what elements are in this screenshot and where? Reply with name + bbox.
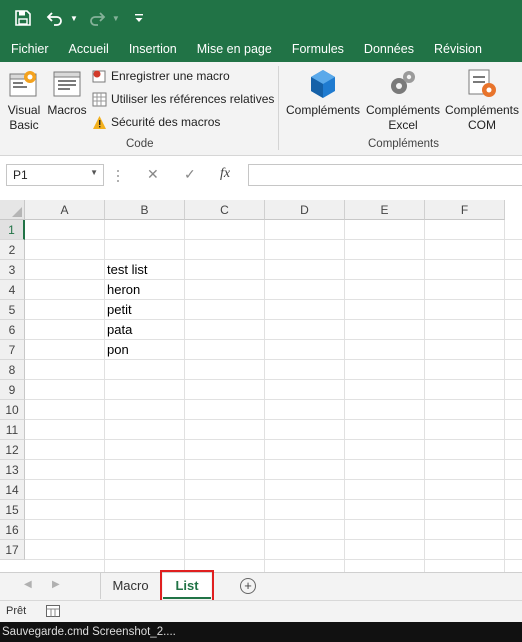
column-header-a[interactable]: A <box>25 200 105 220</box>
save-icon[interactable] <box>10 5 36 31</box>
status-ready: Prêt <box>6 605 27 617</box>
addins-label: Compléments <box>285 103 361 117</box>
sheet-tab-bar: ◀ ▶ Macro List + <box>0 570 522 602</box>
excel-addins-button[interactable]: Compléments Excel <box>364 68 442 133</box>
row-header[interactable]: 4 <box>0 280 25 300</box>
column-header-b[interactable]: B <box>105 200 185 220</box>
column-header-e[interactable]: E <box>345 200 425 220</box>
macro-security-button[interactable]: Sécurité des macros <box>92 112 220 132</box>
row-header[interactable]: 1 <box>0 220 25 240</box>
macros-button[interactable]: Macros <box>46 68 88 118</box>
quick-access-toolbar: ▼ ▼ <box>0 0 522 36</box>
visual-basic-button[interactable]: Visual Basic <box>6 68 42 133</box>
row-header[interactable]: 15 <box>0 500 25 520</box>
row-header[interactable]: 3 <box>0 260 25 280</box>
row-header[interactable]: 17 <box>0 540 25 560</box>
sheet-prev-icon[interactable]: ◀ <box>24 579 32 590</box>
com-addins-label: Compléments COM <box>444 103 520 132</box>
relative-references-label: Utiliser les références relatives <box>111 92 275 106</box>
cell-b4[interactable]: heron <box>105 280 140 300</box>
row-header[interactable]: 16 <box>0 520 25 540</box>
redo-icon[interactable] <box>84 5 110 31</box>
formula-bar-splitter-icon[interactable] <box>116 169 120 183</box>
record-macro-button[interactable]: Enregistrer une macro <box>92 66 230 86</box>
macros-icon <box>53 71 81 97</box>
enter-icon[interactable]: ✓ <box>184 166 196 183</box>
taskbar: Sauvegarde.cmd Screenshot_2.... <box>0 622 522 642</box>
cell-b3[interactable]: test list <box>105 260 147 280</box>
sheet-next-icon[interactable]: ▶ <box>52 579 60 590</box>
column-header-d[interactable]: D <box>265 200 345 220</box>
row-header[interactable]: 13 <box>0 460 25 480</box>
gear-icon <box>391 71 415 94</box>
cell-b6[interactable]: pata <box>105 320 132 340</box>
spreadsheet-grid: A B C D E F 1 2 3 4 5 6 7 8 9 10 11 12 1… <box>0 200 522 572</box>
addins-group-label: Compléments <box>368 138 439 150</box>
ribbon-tabs: Fichier Accueil Insertion Mise en page F… <box>0 36 522 62</box>
addins-button[interactable]: Compléments <box>284 68 362 118</box>
cell-b7[interactable]: pon <box>105 340 129 360</box>
macro-security-label: Sécurité des macros <box>111 115 221 129</box>
macros-label: Macros <box>47 103 87 117</box>
name-box-value: P1 <box>13 168 28 182</box>
visual-basic-icon <box>9 71 37 97</box>
insert-function-icon[interactable]: fx <box>220 166 230 182</box>
formula-input[interactable] <box>248 164 522 186</box>
row-header[interactable]: 14 <box>0 480 25 500</box>
customize-qat-icon[interactable] <box>126 5 152 31</box>
tab-mise-en-page[interactable]: Mise en page <box>186 42 281 56</box>
sheet-tab-list[interactable]: List <box>160 570 214 602</box>
cell-b5[interactable]: petit <box>105 300 132 320</box>
cell-area[interactable]: test list heron petit pata pon <box>25 220 522 572</box>
row-header[interactable]: 7 <box>0 340 25 360</box>
tab-formules[interactable]: Formules <box>281 42 353 56</box>
code-group-label: Code <box>126 138 154 150</box>
relative-references-button[interactable]: Utiliser les références relatives <box>92 89 274 109</box>
com-addins-button[interactable]: Compléments COM <box>442 68 522 133</box>
add-sheet-icon[interactable]: + <box>240 578 256 594</box>
row-header[interactable]: 9 <box>0 380 25 400</box>
macro-recording-icon[interactable] <box>46 605 60 617</box>
tab-accueil[interactable]: Accueil <box>58 42 118 56</box>
row-header[interactable]: 6 <box>0 320 25 340</box>
warning-icon <box>93 115 106 129</box>
undo-dropdown-icon[interactable]: ▼ <box>70 14 78 23</box>
record-macro-label: Enregistrer une macro <box>111 69 230 83</box>
addins-icon <box>311 70 335 98</box>
row-header[interactable]: 11 <box>0 420 25 440</box>
select-all-corner[interactable] <box>0 200 25 220</box>
sheet-tab-macro[interactable]: Macro <box>100 573 160 599</box>
formula-bar: P1 ▼ ✕ ✓ fx <box>0 156 522 200</box>
row-header[interactable]: 12 <box>0 440 25 460</box>
record-macro-icon <box>92 70 106 82</box>
chevron-down-icon[interactable]: ▼ <box>90 168 98 177</box>
com-addins-icon <box>468 69 496 97</box>
status-bar: Prêt <box>0 600 522 622</box>
row-header[interactable]: 8 <box>0 360 25 380</box>
column-header-c[interactable]: C <box>185 200 265 220</box>
tab-insertion[interactable]: Insertion <box>118 42 186 56</box>
group-separator <box>278 66 279 150</box>
relative-references-icon <box>92 92 107 106</box>
redo-dropdown-icon[interactable]: ▼ <box>112 14 120 23</box>
name-box[interactable]: P1 ▼ <box>6 164 104 186</box>
ribbon-developer: Visual Basic Macros Enregistrer une macr… <box>0 62 522 156</box>
tab-revision[interactable]: Révision <box>423 42 491 56</box>
row-header[interactable]: 2 <box>0 240 25 260</box>
row-header[interactable]: 5 <box>0 300 25 320</box>
column-header-f[interactable]: F <box>425 200 505 220</box>
cancel-icon[interactable]: ✕ <box>147 166 159 183</box>
row-header[interactable]: 10 <box>0 400 25 420</box>
tab-donnees[interactable]: Données <box>353 42 423 56</box>
visual-basic-label: Visual Basic <box>7 103 41 132</box>
undo-icon[interactable] <box>42 5 68 31</box>
excel-addins-label: Compléments Excel <box>365 103 441 132</box>
tab-fichier[interactable]: Fichier <box>0 42 58 56</box>
